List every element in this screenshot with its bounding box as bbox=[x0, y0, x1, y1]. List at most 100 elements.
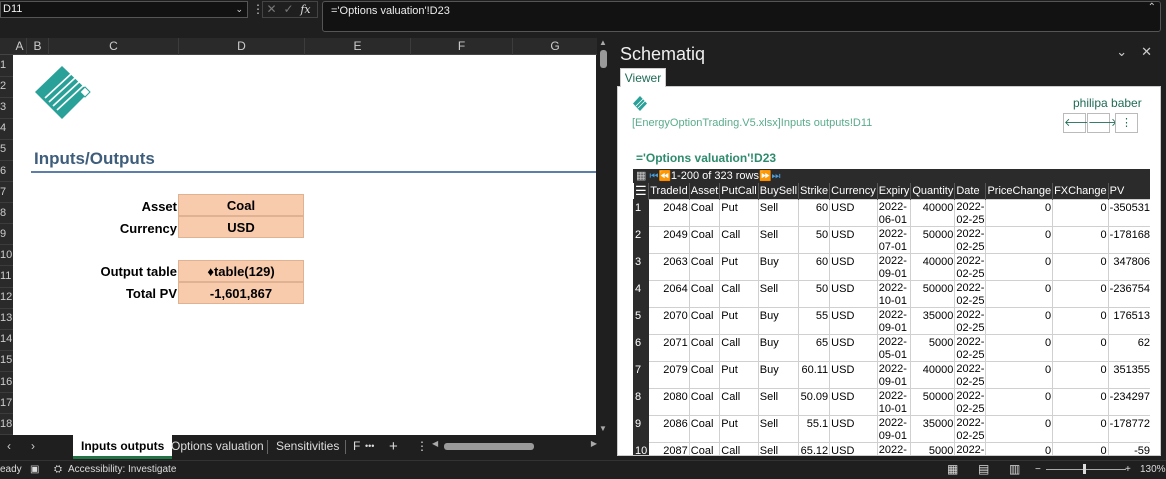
column-header[interactable]: Asset bbox=[689, 183, 721, 200]
menu-icon[interactable]: ☰ bbox=[633, 183, 650, 200]
chevron-down-icon[interactable]: ⌄ bbox=[1116, 44, 1127, 59]
name-box[interactable]: D11 ⌄ bbox=[0, 1, 248, 18]
scroll-right-icon[interactable]: ▶ bbox=[591, 439, 597, 448]
page-layout-icon[interactable]: ▤ bbox=[978, 462, 989, 476]
tab-inputs-outputs[interactable]: Inputs outputs bbox=[73, 435, 173, 459]
macro-icon[interactable]: ▣ bbox=[30, 464, 39, 475]
chevron-down-icon[interactable]: ⌄ bbox=[235, 2, 243, 17]
zoom-slider[interactable] bbox=[1046, 469, 1126, 470]
row-header[interactable]: 1 bbox=[0, 55, 13, 77]
column-header[interactable]: PriceChange bbox=[985, 183, 1054, 200]
table-row[interactable]: 9 2086 Coal Put Sell 55.1 USD 2022-09-01 35000 20… bbox=[633, 415, 1150, 443]
worksheet[interactable]: Inputs/Outputs Asset Coal Currency USD O… bbox=[13, 55, 596, 435]
table-cell: 2022-10-01 bbox=[876, 280, 912, 308]
row-header[interactable]: 14 bbox=[0, 329, 13, 351]
row-header[interactable]: 17 bbox=[0, 393, 13, 415]
output-table-cell[interactable]: ♦table(129) bbox=[178, 260, 304, 282]
tab-viewer[interactable]: Viewer bbox=[620, 68, 666, 87]
row-header[interactable]: 11 bbox=[0, 266, 13, 288]
horizontal-scrollbar[interactable]: ◀ ▶ bbox=[432, 439, 597, 451]
column-header[interactable]: Expiry bbox=[877, 183, 912, 200]
column-header-b[interactable]: B bbox=[27, 38, 49, 55]
more-tabs-icon[interactable]: ••• bbox=[357, 435, 382, 458]
table-row[interactable]: 3 2063 Coal Put Buy 60 USD 2022-09-01 40000 2022-… bbox=[633, 253, 1150, 281]
table-row[interactable]: 8 2080 Coal Call Sell 50.09 USD 2022-10-01 50000… bbox=[633, 388, 1150, 416]
column-header[interactable]: PutCall bbox=[719, 183, 759, 200]
column-header-a[interactable]: A bbox=[13, 38, 27, 55]
table-row[interactable]: 102087CoalCallSell65.12USD2022-05-015000… bbox=[633, 442, 1150, 455]
tab-sensitivities[interactable]: Sensitivities bbox=[268, 435, 347, 458]
scroll-left-icon[interactable]: ◀ bbox=[432, 439, 438, 448]
row-header[interactable]: 6 bbox=[0, 161, 13, 183]
column-header[interactable]: Strike bbox=[798, 183, 831, 200]
column-header[interactable]: FXChange bbox=[1052, 183, 1109, 200]
normal-view-icon[interactable]: ▦ bbox=[947, 462, 958, 476]
formula-input[interactable]: ='Options valuation'!D23 bbox=[322, 1, 1161, 32]
table-row[interactable]: 6 2071 Coal Call Buy 65 USD 2022-05-01 5000 2022-… bbox=[633, 334, 1150, 362]
total-pv-cell[interactable]: -1,601,867 bbox=[178, 282, 304, 304]
column-header[interactable]: Currency bbox=[829, 183, 878, 200]
asset-cell[interactable]: Coal bbox=[178, 194, 304, 216]
check-icon[interactable]: ✓ bbox=[280, 2, 297, 17]
table-row[interactable]: 2 2049 Coal Call Sell 50 USD 2022-07-01 50000 202… bbox=[633, 226, 1150, 254]
vertical-scrollbar[interactable]: ▲ ▼ bbox=[597, 38, 610, 435]
table-row[interactable]: 4 2064 Coal Call Sell 50 USD 2022-10-01 50000 202… bbox=[633, 280, 1150, 308]
table-row[interactable]: 7 2079 Coal Put Buy 60.11 USD 2022-09-01 40000 20… bbox=[633, 361, 1150, 389]
last-page-icon[interactable]: ⏭ bbox=[771, 171, 780, 182]
column-header[interactable]: TradeId bbox=[648, 183, 690, 200]
column-header-g[interactable]: G bbox=[513, 38, 597, 55]
column-header-e[interactable]: E bbox=[305, 38, 411, 55]
add-sheet-icon[interactable]: + bbox=[381, 435, 406, 458]
row-header[interactable]: 15 bbox=[0, 350, 13, 372]
close-icon[interactable]: ✕ bbox=[1141, 44, 1152, 59]
tab-prev-icon[interactable]: ‹ bbox=[7, 439, 11, 453]
accessibility-icon[interactable]: ⛭ bbox=[54, 464, 62, 475]
row-header[interactable]: 7 bbox=[0, 182, 13, 204]
column-header[interactable]: Quantity bbox=[910, 183, 956, 200]
fx-icon[interactable]: fx bbox=[297, 2, 314, 17]
menu-button[interactable]: ⋮ bbox=[1115, 113, 1138, 133]
row-header[interactable]: 13 bbox=[0, 308, 13, 330]
forward-button[interactable]: 🡒 bbox=[1087, 113, 1118, 133]
row-header[interactable]: 5 bbox=[0, 139, 13, 161]
column-header-f[interactable]: F bbox=[411, 38, 513, 55]
tab-next-icon[interactable]: › bbox=[31, 439, 35, 453]
zoom-level[interactable]: 130% bbox=[1140, 464, 1166, 475]
tab-options-valuation[interactable]: Options valuation bbox=[163, 435, 272, 458]
row-header[interactable]: 8 bbox=[0, 203, 13, 225]
row-header[interactable]: 18 bbox=[0, 414, 13, 436]
scroll-down-icon[interactable]: ▼ bbox=[599, 424, 607, 433]
next-page-icon[interactable]: ⏩ bbox=[759, 171, 771, 182]
table-cell: Sell bbox=[757, 415, 800, 443]
row-header[interactable]: 16 bbox=[0, 372, 13, 394]
row-header[interactable]: 12 bbox=[0, 287, 13, 309]
chevron-up-icon[interactable]: ⌃ bbox=[1148, 2, 1156, 13]
cancel-icon[interactable]: ✕ bbox=[263, 2, 280, 17]
scroll-up-icon[interactable]: ▲ bbox=[599, 38, 607, 47]
column-header-c[interactable]: C bbox=[49, 38, 179, 55]
row-header[interactable]: 10 bbox=[0, 245, 13, 267]
hscroll-thumb[interactable] bbox=[444, 443, 534, 450]
column-header-d[interactable]: D bbox=[179, 38, 305, 55]
table-row[interactable]: 1 2048 Coal Put Sell 60 USD 2022-06-01 40000 2022… bbox=[633, 199, 1150, 227]
column-header[interactable]: PV bbox=[1108, 183, 1150, 200]
zoom-out-icon[interactable]: − bbox=[1035, 464, 1041, 475]
back-button[interactable]: 🡐 bbox=[1063, 113, 1094, 133]
grid-icon[interactable]: ▦ bbox=[636, 170, 646, 182]
row-header[interactable]: 9 bbox=[0, 224, 13, 246]
zoom-in-icon[interactable]: + bbox=[1125, 464, 1131, 475]
scroll-thumb[interactable] bbox=[600, 50, 607, 68]
page-break-icon[interactable]: ▥ bbox=[1009, 462, 1020, 476]
row-header[interactable]: 4 bbox=[0, 118, 13, 140]
accessibility-status[interactable]: Accessibility: Investigate bbox=[68, 464, 176, 475]
table-row[interactable]: 5 2070 Coal Put Buy 55 USD 2022-09-01 35000 2022-… bbox=[633, 307, 1150, 335]
currency-cell[interactable]: USD bbox=[178, 216, 304, 238]
zoom-knob[interactable] bbox=[1083, 464, 1086, 474]
prev-page-icon[interactable]: ⏪ bbox=[658, 171, 670, 182]
column-header[interactable]: BuySell bbox=[758, 183, 800, 200]
row-header[interactable]: 2 bbox=[0, 76, 13, 98]
data-grid[interactable]: ▦ ⏮⏪1-200 of 323 rows⏩⏭ ☰ TradeId Asset Put… bbox=[633, 169, 1150, 455]
row-header[interactable]: 3 bbox=[0, 97, 13, 119]
table-cell: Call bbox=[719, 226, 759, 254]
column-header[interactable]: Date bbox=[954, 183, 987, 200]
